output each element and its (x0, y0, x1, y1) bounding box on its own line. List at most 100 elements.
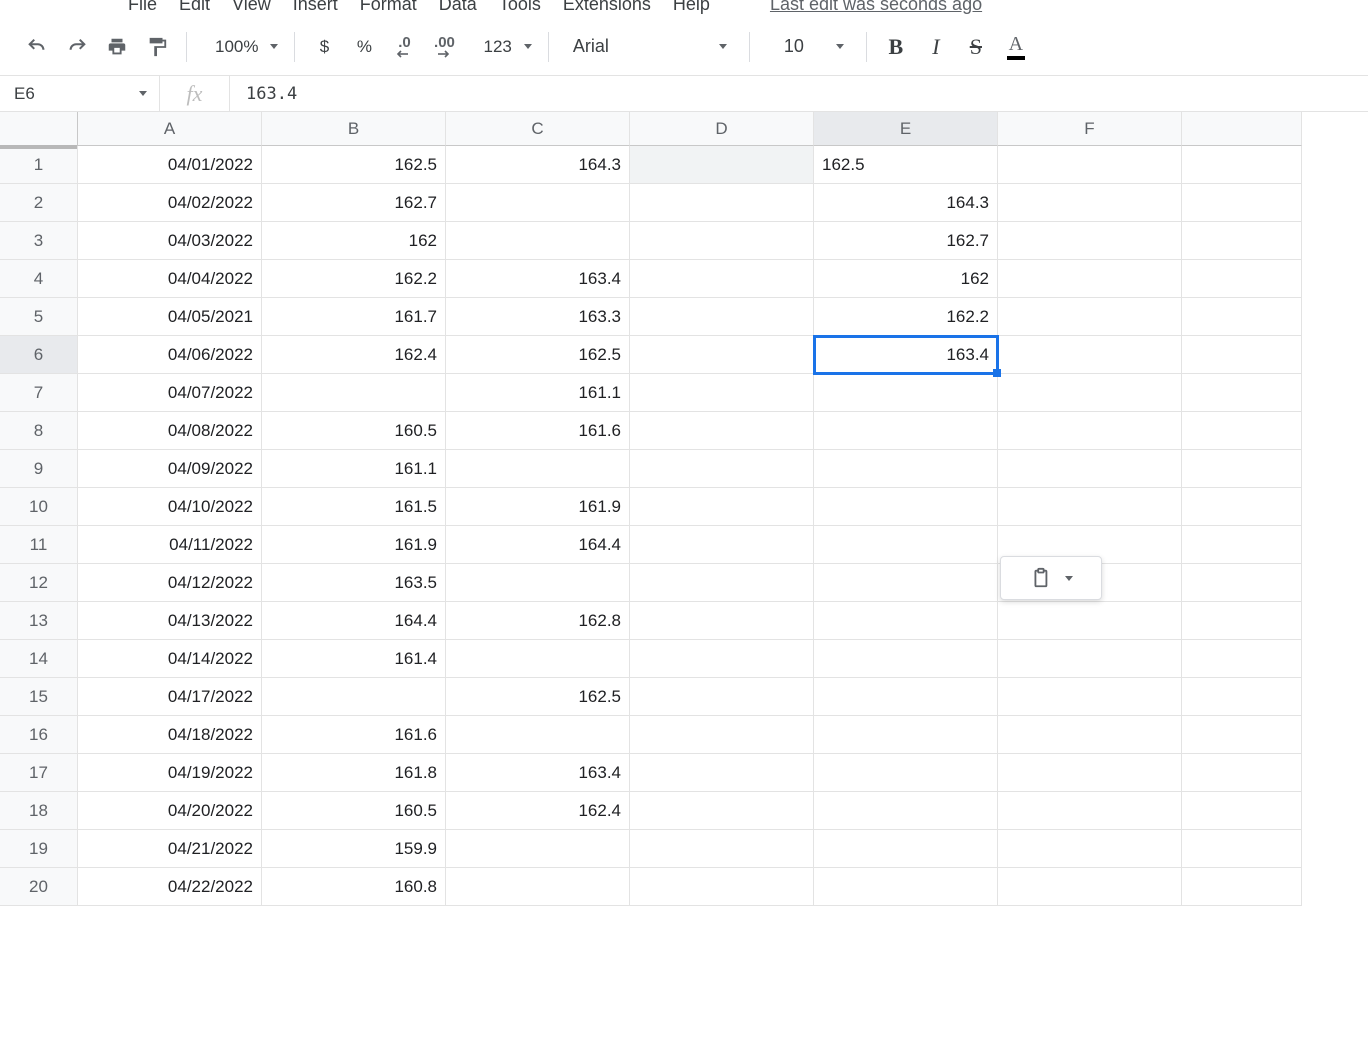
cell-overflow-5[interactable] (1182, 298, 1302, 336)
cell-C17[interactable]: 163.4 (446, 754, 630, 792)
cell-A13[interactable]: 04/13/2022 (78, 602, 262, 640)
cell-D8[interactable] (630, 412, 814, 450)
row-header-14[interactable]: 14 (0, 640, 78, 678)
cell-overflow-17[interactable] (1182, 754, 1302, 792)
last-edit-link[interactable]: Last edit was seconds ago (770, 0, 982, 15)
cell-A20[interactable]: 04/22/2022 (78, 868, 262, 906)
cell-C18[interactable]: 162.4 (446, 792, 630, 830)
row-header-7[interactable]: 7 (0, 374, 78, 412)
cell-overflow-16[interactable] (1182, 716, 1302, 754)
cell-A5[interactable]: 04/05/2021 (78, 298, 262, 336)
column-header-F[interactable]: F (998, 112, 1182, 146)
cell-E3[interactable]: 162.7 (814, 222, 998, 260)
cell-D13[interactable] (630, 602, 814, 640)
cell-B16[interactable]: 161.6 (262, 716, 446, 754)
cell-F1[interactable] (998, 146, 1182, 184)
cell-overflow-7[interactable] (1182, 374, 1302, 412)
cell-B13[interactable]: 164.4 (262, 602, 446, 640)
cell-F7[interactable] (998, 374, 1182, 412)
cell-E2[interactable]: 164.3 (814, 184, 998, 222)
row-header-4[interactable]: 4 (0, 260, 78, 298)
format-currency-button[interactable]: $ (305, 28, 343, 66)
cell-D9[interactable] (630, 450, 814, 488)
select-all-corner[interactable] (0, 112, 78, 146)
cell-C12[interactable] (446, 564, 630, 602)
cell-A18[interactable]: 04/20/2022 (78, 792, 262, 830)
text-color-button[interactable]: A (997, 28, 1035, 66)
cell-C2[interactable] (446, 184, 630, 222)
cell-C19[interactable] (446, 830, 630, 868)
cell-A2[interactable]: 04/02/2022 (78, 184, 262, 222)
cell-C15[interactable]: 162.5 (446, 678, 630, 716)
cell-A11[interactable]: 04/11/2022 (78, 526, 262, 564)
cell-F2[interactable] (998, 184, 1182, 222)
column-header-D[interactable]: D (630, 112, 814, 146)
cell-A3[interactable]: 04/03/2022 (78, 222, 262, 260)
zoom-dropdown[interactable]: 100% (197, 28, 284, 66)
row-header-20[interactable]: 20 (0, 868, 78, 906)
cell-overflow-11[interactable] (1182, 526, 1302, 564)
cell-overflow-18[interactable] (1182, 792, 1302, 830)
cell-overflow-9[interactable] (1182, 450, 1302, 488)
row-header-16[interactable]: 16 (0, 716, 78, 754)
cell-E20[interactable] (814, 868, 998, 906)
bold-button[interactable]: B (877, 28, 915, 66)
redo-button[interactable] (58, 28, 96, 66)
cell-B11[interactable]: 161.9 (262, 526, 446, 564)
cell-E15[interactable] (814, 678, 998, 716)
strikethrough-button[interactable]: S (957, 28, 995, 66)
cell-E4[interactable]: 162 (814, 260, 998, 298)
cell-E5[interactable]: 162.2 (814, 298, 998, 336)
cell-overflow-20[interactable] (1182, 868, 1302, 906)
cell-C3[interactable] (446, 222, 630, 260)
cell-overflow-4[interactable] (1182, 260, 1302, 298)
cell-A4[interactable]: 04/04/2022 (78, 260, 262, 298)
cell-D20[interactable] (630, 868, 814, 906)
cell-D18[interactable] (630, 792, 814, 830)
cell-D15[interactable] (630, 678, 814, 716)
cell-A7[interactable]: 04/07/2022 (78, 374, 262, 412)
cell-overflow-8[interactable] (1182, 412, 1302, 450)
row-header-1[interactable]: 1 (0, 146, 78, 184)
menu-help[interactable]: Help (673, 0, 710, 15)
cell-C6[interactable]: 162.5 (446, 336, 630, 374)
cell-E11[interactable] (814, 526, 998, 564)
cell-B5[interactable]: 161.7 (262, 298, 446, 336)
cell-C4[interactable]: 163.4 (446, 260, 630, 298)
italic-button[interactable]: I (917, 28, 955, 66)
menu-view[interactable]: View (232, 0, 271, 15)
row-header-5[interactable]: 5 (0, 298, 78, 336)
cell-B19[interactable]: 159.9 (262, 830, 446, 868)
cell-F5[interactable] (998, 298, 1182, 336)
cell-B9[interactable]: 161.1 (262, 450, 446, 488)
decrease-decimal-button[interactable]: .0 (385, 28, 423, 66)
cell-B20[interactable]: 160.8 (262, 868, 446, 906)
cell-D5[interactable] (630, 298, 814, 336)
row-header-11[interactable]: 11 (0, 526, 78, 564)
paste-options-popup[interactable] (1000, 556, 1102, 600)
cell-E12[interactable] (814, 564, 998, 602)
cell-F4[interactable] (998, 260, 1182, 298)
cell-overflow-15[interactable] (1182, 678, 1302, 716)
cell-overflow-12[interactable] (1182, 564, 1302, 602)
cell-F16[interactable] (998, 716, 1182, 754)
cell-B17[interactable]: 161.8 (262, 754, 446, 792)
cell-A17[interactable]: 04/19/2022 (78, 754, 262, 792)
cell-E14[interactable] (814, 640, 998, 678)
cell-D14[interactable] (630, 640, 814, 678)
cell-E18[interactable] (814, 792, 998, 830)
cell-B6[interactable]: 162.4 (262, 336, 446, 374)
row-header-13[interactable]: 13 (0, 602, 78, 640)
cell-B8[interactable]: 160.5 (262, 412, 446, 450)
cell-B7[interactable] (262, 374, 446, 412)
menu-file[interactable]: File (128, 0, 157, 15)
cell-B14[interactable]: 161.4 (262, 640, 446, 678)
cell-B18[interactable]: 160.5 (262, 792, 446, 830)
row-header-17[interactable]: 17 (0, 754, 78, 792)
menu-format[interactable]: Format (360, 0, 417, 15)
cell-B1[interactable]: 162.5 (262, 146, 446, 184)
cell-E1[interactable]: 162.5 (814, 146, 998, 184)
cell-C7[interactable]: 161.1 (446, 374, 630, 412)
column-header-B[interactable]: B (262, 112, 446, 146)
cell-A9[interactable]: 04/09/2022 (78, 450, 262, 488)
